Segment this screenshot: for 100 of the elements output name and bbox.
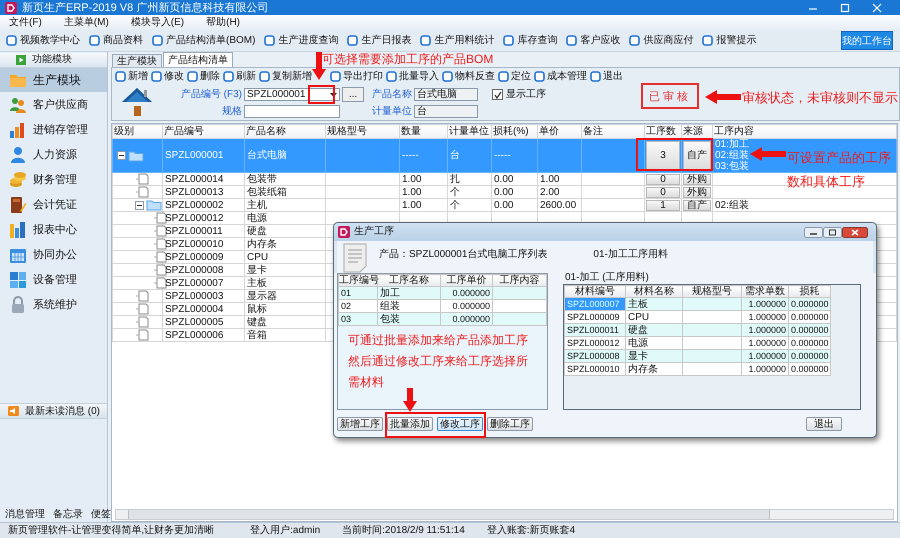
process-step: 02:组装 xyxy=(715,200,749,210)
process-count-button[interactable]: 1 xyxy=(646,200,680,210)
exit-button[interactable]: 退出 xyxy=(806,417,842,431)
document-icon xyxy=(135,186,149,198)
sidebar-item[interactable]: 设备管理 xyxy=(0,267,107,292)
toolbar-button[interactable]: 退出 xyxy=(590,69,623,83)
menu-item[interactable]: 主菜单(M) xyxy=(64,16,109,29)
toolbar-button[interactable]: 生产用料统计 xyxy=(418,34,496,48)
minimize-icon[interactable] xyxy=(804,226,823,238)
unit-field[interactable]: 台 xyxy=(414,105,478,118)
message-bar[interactable]: 最新未读消息 (0) xyxy=(0,403,107,419)
column-header[interactable]: 需求单数 xyxy=(742,286,788,298)
toolbar-button[interactable]: 报警提示 xyxy=(700,34,758,48)
toolbar-button[interactable]: 删除 xyxy=(187,69,220,83)
checkbox[interactable] xyxy=(492,89,503,100)
toolbar-button[interactable]: 定位 xyxy=(498,69,531,83)
footer-link[interactable]: 消息管理 xyxy=(5,509,45,521)
sidebar-item[interactable]: 生产模块 xyxy=(0,68,107,92)
source-button[interactable]: 自产 xyxy=(683,141,711,170)
field-label: 产品编号 (F3) xyxy=(180,88,242,100)
toolbar-button[interactable]: 导出打印 xyxy=(330,69,383,83)
sidebar-header-text: 功能模块 xyxy=(32,54,72,66)
square-icon xyxy=(498,70,509,82)
sidebar-item[interactable]: 协同办公 xyxy=(0,242,107,267)
table-cell: SPZL000004 xyxy=(162,302,244,316)
column-header[interactable]: 单价 xyxy=(538,124,582,138)
column-header[interactable]: 工序单价 xyxy=(440,274,492,286)
menu-item[interactable]: 帮助(H) xyxy=(206,16,240,29)
sidebar-item[interactable]: 系统维护 xyxy=(0,292,107,317)
column-header[interactable]: 损耗 xyxy=(788,286,830,298)
toolbar-button[interactable]: 成本管理 xyxy=(534,69,587,83)
source-button[interactable]: 自产 xyxy=(683,200,711,210)
toolbar-button[interactable]: 产品结构清单(BOM) xyxy=(150,34,258,48)
sidebar-item[interactable]: 会计凭证 xyxy=(0,192,107,217)
toolbar-button[interactable]: 复制新增 xyxy=(259,69,312,83)
toolbar-button[interactable]: 库存查询 xyxy=(501,34,560,48)
source-button[interactable]: 外购 xyxy=(683,186,711,198)
menu-item[interactable]: 模块导入(E) xyxy=(130,16,184,29)
document-icon xyxy=(153,264,167,276)
column-header[interactable]: 产品名称 xyxy=(244,124,326,138)
dialog-button[interactable]: 新增工序 xyxy=(337,417,383,431)
dialog-button[interactable]: 批量添加 xyxy=(387,417,433,431)
column-header[interactable]: 数量 xyxy=(400,124,448,138)
sidebar-item[interactable]: 报表中心 xyxy=(0,217,107,242)
close-icon[interactable] xyxy=(842,226,868,238)
toolbar-button[interactable]: 商品资料 xyxy=(87,34,145,48)
process-count-button[interactable]: 0 xyxy=(646,174,680,184)
sidebar-item[interactable]: 财务管理 xyxy=(0,167,107,192)
column-header[interactable]: 规格型号 xyxy=(326,124,400,138)
maximize-icon[interactable] xyxy=(823,226,842,238)
column-header[interactable]: 材料名称 xyxy=(626,286,682,298)
toolbar-button[interactable]: 视频教学中心 xyxy=(4,34,82,48)
column-header[interactable]: 工序名称 xyxy=(378,274,440,286)
table-cell: SPZL000010 xyxy=(162,238,244,250)
picker-button[interactable]: ... xyxy=(342,87,364,102)
column-header[interactable]: 来源 xyxy=(682,124,712,138)
footer-link[interactable]: 备忘录 xyxy=(53,509,83,521)
toolbar-button[interactable]: 客户应收 xyxy=(564,34,622,48)
scrollbar[interactable] xyxy=(115,509,894,520)
toolbar-button[interactable]: 生产进度查询 xyxy=(262,34,340,48)
toolbar-button[interactable]: 物料反查 xyxy=(442,69,495,83)
column-header[interactable]: 损耗(%) xyxy=(492,124,538,138)
workbench-button[interactable]: 我的工作台 xyxy=(841,31,893,50)
product-code-field[interactable]: SPZL000001 xyxy=(244,88,340,101)
dialog-button[interactable]: 修改工序 xyxy=(437,417,483,431)
toolbar-button[interactable]: 新增 xyxy=(115,69,148,83)
toolbar-button[interactable]: 生产日报表 xyxy=(345,34,414,48)
column-header[interactable]: 工序数 xyxy=(644,124,682,138)
tab[interactable]: 产品结构清单 xyxy=(163,52,233,67)
column-header[interactable]: 工序内容 xyxy=(492,274,546,286)
column-header[interactable]: 备注 xyxy=(582,124,644,138)
source-button[interactable]: 外购 xyxy=(683,174,711,184)
sidebar-item[interactable]: 客户供应商 xyxy=(0,92,107,117)
collapse-icon[interactable] xyxy=(117,151,126,160)
toolbar-button[interactable]: 刷新 xyxy=(223,69,256,83)
process-count-button[interactable]: 0 xyxy=(646,186,680,198)
column-header[interactable]: 工序编号 xyxy=(338,274,378,286)
spec-field[interactable] xyxy=(244,105,340,118)
callout-text: 可通过批量添加来给产品添加工序然后通过修改工序来给工序选择所需材料 xyxy=(348,332,529,391)
table-cell: 0.000000 xyxy=(440,300,492,312)
column-header[interactable]: 产品编号 xyxy=(162,124,244,138)
product-name-field[interactable]: 台式电脑 xyxy=(414,88,478,101)
collapse-icon[interactable] xyxy=(135,200,144,210)
process-count-button[interactable]: 3 xyxy=(646,141,680,170)
column-header[interactable]: 级别 xyxy=(112,124,162,138)
table-cell: 台式电脑 xyxy=(244,138,326,172)
column-header[interactable]: 规格型号 xyxy=(682,286,742,298)
footer-link[interactable]: 便签 xyxy=(91,509,111,521)
toolbar-button[interactable]: 供应商应付 xyxy=(627,34,696,48)
sidebar-item[interactable]: 人力资源 xyxy=(0,142,107,167)
dialog-button[interactable]: 删除工序 xyxy=(487,417,533,431)
toolbar-button[interactable]: 修改 xyxy=(151,69,184,83)
tab[interactable]: 生产模块 xyxy=(112,54,162,67)
sidebar-item[interactable]: 进销存管理 xyxy=(0,117,107,142)
column-header[interactable]: 材料编号 xyxy=(564,286,626,298)
column-header[interactable]: 工序内容 xyxy=(712,124,896,138)
menu-item[interactable]: 文件(F) xyxy=(9,16,42,29)
table-cell: 0.000000 xyxy=(788,336,830,350)
toolbar-button[interactable]: 批量导入 xyxy=(386,69,439,83)
column-header[interactable]: 计量单位 xyxy=(448,124,492,138)
